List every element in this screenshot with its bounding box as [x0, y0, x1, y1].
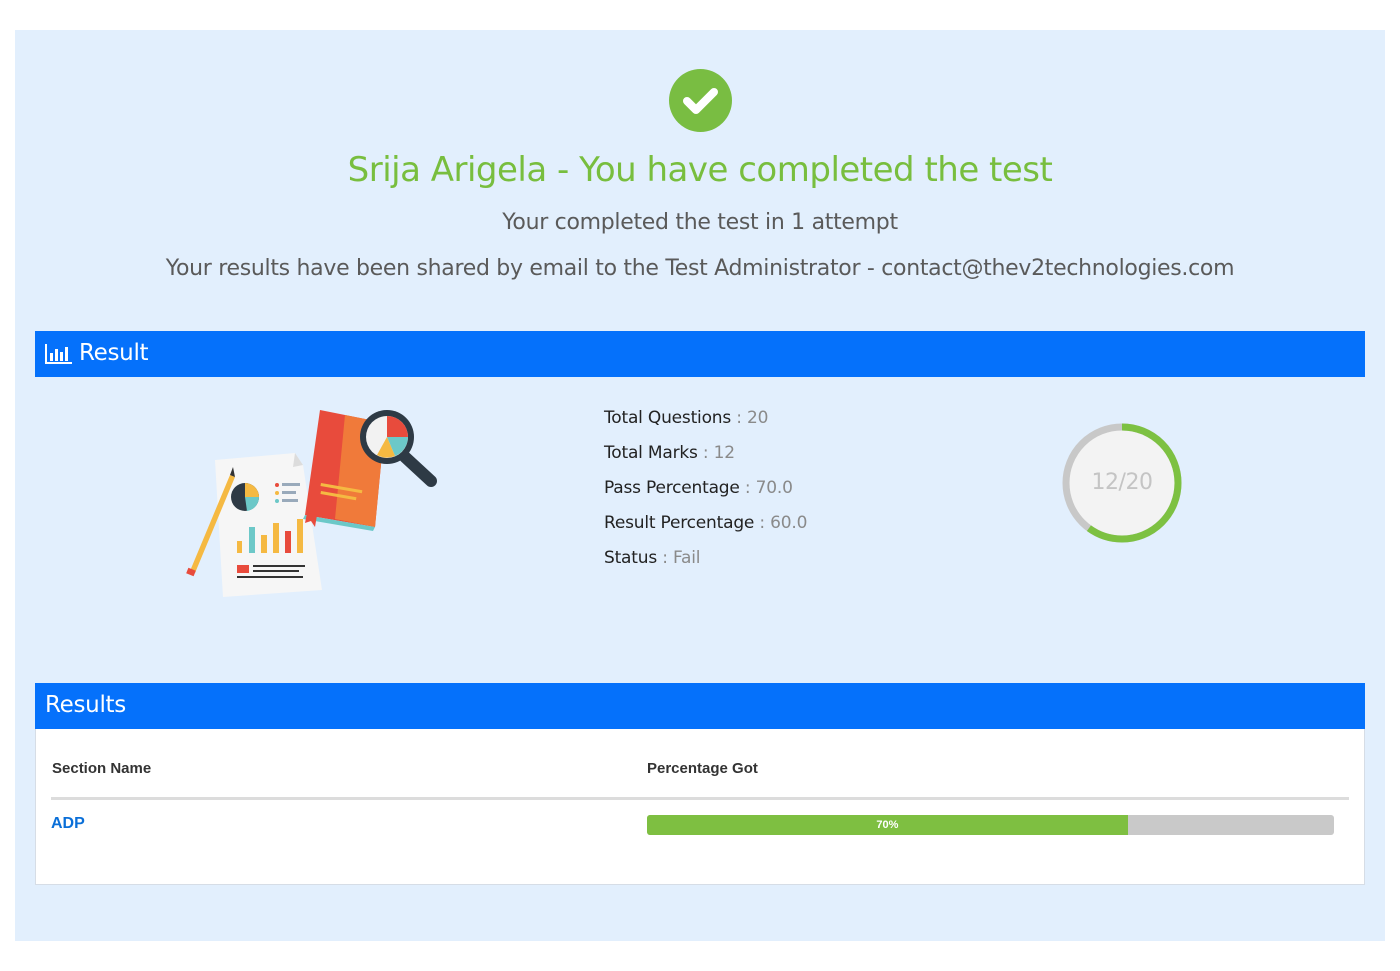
stat-result-percentage: Result Percentage : 60.0	[604, 513, 808, 533]
header-divider	[51, 797, 1349, 800]
percentage-progress-fill: 70%	[647, 815, 1128, 835]
stat-total-marks: Total Marks : 12	[604, 443, 735, 463]
stat-pass-percentage: Pass Percentage : 70.0	[604, 478, 793, 498]
result-section-header: Result	[35, 331, 1365, 377]
column-header-section-name: Section Name	[52, 760, 152, 777]
shared-email-text: Your results have been shared by email t…	[165, 256, 1235, 281]
completion-title: Srija Arigela - You have completed the t…	[347, 150, 1053, 190]
score-text: 12/20	[1091, 470, 1153, 495]
report-illustration	[186, 410, 437, 597]
results-table	[35, 729, 1365, 885]
percentage-progress-bar: 70%	[647, 815, 1334, 835]
stat-status: Status : Fail	[604, 548, 701, 568]
result-heading: Result	[79, 340, 149, 366]
results-heading: Results	[45, 692, 126, 718]
results-table-header: Results	[35, 683, 1365, 729]
bar-chart-icon	[45, 344, 72, 364]
success-check-icon	[669, 69, 732, 132]
stat-total-questions: Total Questions : 20	[604, 408, 769, 428]
result-stats: Total Questions : 20 Total Marks : 12 Pa…	[604, 408, 807, 583]
column-header-percentage-got: Percentage Got	[647, 760, 758, 777]
attempts-text: Your completed the test in 1 attempt	[502, 210, 898, 235]
section-link-adp[interactable]: ADP	[51, 815, 85, 833]
